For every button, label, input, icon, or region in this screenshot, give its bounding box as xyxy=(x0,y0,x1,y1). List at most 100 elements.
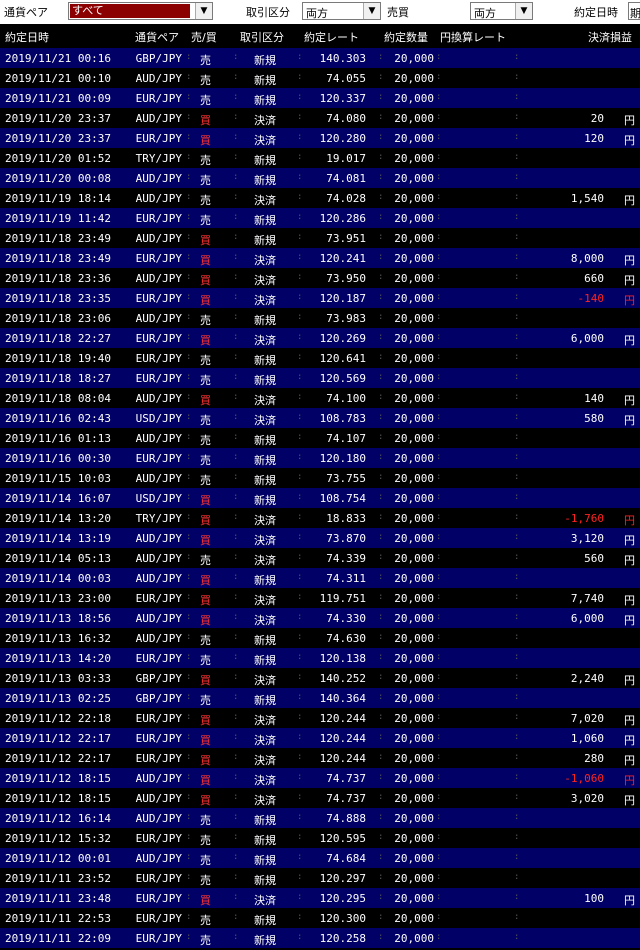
table-row[interactable]: 2019/11/14 05:13 AUD/JPY: 売: 決済:74.339:20,0… xyxy=(0,548,640,568)
cell-type: 新規 xyxy=(254,314,276,327)
col-type[interactable]: 取引区分 xyxy=(240,29,284,45)
column-divider: : xyxy=(233,712,239,722)
date-filter-label: 約定日時 xyxy=(574,6,618,19)
cell-type: 新規 xyxy=(254,654,276,667)
cell-type: 決済 xyxy=(254,554,276,567)
cell-qty: 20,000 xyxy=(394,332,434,345)
column-divider: : xyxy=(233,112,239,122)
cell-type: 新規 xyxy=(254,474,276,487)
column-divider: : xyxy=(233,912,239,922)
col-pnl[interactable]: 決済損益 xyxy=(588,29,632,45)
col-qty[interactable]: 約定数量 xyxy=(384,29,428,45)
table-row[interactable]: 2019/11/13 03:33 GBP/JPY: 買: 決済:140.252:20,… xyxy=(0,668,640,688)
table-row[interactable]: 2019/11/18 23:49 EUR/JPY: 買: 決済:120.241:20,… xyxy=(0,248,640,268)
table-row[interactable]: 2019/11/14 13:20 TRY/JPY: 買: 決済:18.833:20,0… xyxy=(0,508,640,528)
table-row[interactable]: 2019/11/20 00:08 AUD/JPY: 売: 新規:74.081:20,0… xyxy=(0,168,640,188)
cell-datetime: 2019/11/12 18:15 xyxy=(5,792,111,805)
table-row[interactable]: 2019/11/18 19:40 EUR/JPY: 売: 新規:120.641:20,… xyxy=(0,348,640,368)
column-divider: : xyxy=(233,292,239,302)
column-divider: : xyxy=(514,112,520,122)
table-row[interactable]: 2019/11/12 16:14 AUD/JPY: 売: 新規:74.888:20,0… xyxy=(0,808,640,828)
side-filter-select[interactable]: 両方 ▼ xyxy=(470,2,533,20)
table-row[interactable]: 2019/11/20 23:37 AUD/JPY: 買: 決済:74.080:20,0… xyxy=(0,108,640,128)
cell-type: 新規 xyxy=(254,174,276,187)
column-divider: : xyxy=(233,252,239,262)
table-row[interactable]: 2019/11/18 08:04 AUD/JPY: 買: 決済:74.100:20,0… xyxy=(0,388,640,408)
table-row[interactable]: 2019/11/14 16:07 USD/JPY: 買: 新規:108.754:20,… xyxy=(0,488,640,508)
column-divider: : xyxy=(233,332,239,342)
column-divider: : xyxy=(186,772,192,782)
table-row[interactable]: 2019/11/18 18:27 EUR/JPY: 売: 新規:120.569:20,… xyxy=(0,368,640,388)
column-divider: : xyxy=(514,92,520,102)
table-row[interactable]: 2019/11/13 23:00 EUR/JPY: 買: 決済:119.751:20,… xyxy=(0,588,640,608)
col-pair[interactable]: 通貨ペア xyxy=(135,29,179,45)
table-row[interactable]: 2019/11/12 18:15 AUD/JPY: 買: 決済:74.737:20,0… xyxy=(0,768,640,788)
column-divider: : xyxy=(233,772,239,782)
date-filter-select[interactable]: 期 xyxy=(628,2,640,20)
cell-pair: EUR/JPY xyxy=(135,732,182,745)
table-row[interactable]: 2019/11/18 23:49 AUD/JPY: 買: 新規:73.951:20,0… xyxy=(0,228,640,248)
column-divider: : xyxy=(514,52,520,62)
table-row[interactable]: 2019/11/12 22:17 EUR/JPY: 買: 決済:120.244:20,… xyxy=(0,748,640,768)
cell-type: 新規 xyxy=(254,94,276,107)
table-row[interactable]: 2019/11/21 00:10 AUD/JPY: 売: 新規:74.055:20,0… xyxy=(0,68,640,88)
column-divider: : xyxy=(186,852,192,862)
table-row[interactable]: 2019/11/11 23:52 EUR/JPY: 売: 新規:120.297:20,… xyxy=(0,868,640,888)
table-row[interactable]: 2019/11/11 22:53 EUR/JPY: 売: 新規:120.300:20,… xyxy=(0,908,640,928)
col-yen-rate[interactable]: 円換算レート xyxy=(440,29,506,45)
table-row[interactable]: 2019/11/12 22:17 EUR/JPY: 買: 決済:120.244:20,… xyxy=(0,728,640,748)
column-divider: : xyxy=(436,412,442,422)
table-row[interactable]: 2019/11/21 00:16 GBP/JPY: 売: 新規:140.303:20,… xyxy=(0,48,640,68)
table-row[interactable]: 2019/11/13 16:32 AUD/JPY: 売: 新規:74.630:20,0… xyxy=(0,628,640,648)
column-divider: : xyxy=(186,792,192,802)
table-row[interactable]: 2019/11/12 18:15 AUD/JPY: 買: 決済:74.737:20,0… xyxy=(0,788,640,808)
table-row[interactable]: 2019/11/19 11:42 EUR/JPY: 売: 新規:120.286:20,… xyxy=(0,208,640,228)
table-row[interactable]: 2019/11/12 15:32 EUR/JPY: 売: 新規:120.595:20,… xyxy=(0,828,640,848)
cell-yen-unit: 円 xyxy=(624,894,635,907)
table-row[interactable]: 2019/11/12 22:18 EUR/JPY: 買: 決済:120.244:20,… xyxy=(0,708,640,728)
col-rate[interactable]: 約定レート xyxy=(304,29,359,45)
table-row[interactable]: 2019/11/20 01:52 TRY/JPY: 売: 新規:19.017:20,0… xyxy=(0,148,640,168)
table-row[interactable]: 2019/11/12 00:01 AUD/JPY: 売: 新規:74.684:20,0… xyxy=(0,848,640,868)
cell-rate: 73.951 xyxy=(326,232,366,245)
table-row[interactable]: 2019/11/20 23:37 EUR/JPY: 買: 決済:120.280:20,… xyxy=(0,128,640,148)
column-divider: : xyxy=(233,432,239,442)
cell-rate: 73.983 xyxy=(326,312,366,325)
table-row[interactable]: 2019/11/18 23:35 EUR/JPY: 買: 決済:120.187:20,… xyxy=(0,288,640,308)
table-row[interactable]: 2019/11/19 18:14 AUD/JPY: 売: 決済:74.028:20,0… xyxy=(0,188,640,208)
table-row[interactable]: 2019/11/16 00:30 EUR/JPY: 売: 新規:120.180:20,… xyxy=(0,448,640,468)
cell-pnl: 140 xyxy=(584,392,604,405)
table-row[interactable]: 2019/11/11 22:09 EUR/JPY: 売: 新規:120.258:20,… xyxy=(0,928,640,948)
cell-rate: 108.783 xyxy=(319,412,366,425)
cell-side: 買 xyxy=(200,594,211,607)
table-row[interactable]: 2019/11/16 01:13 AUD/JPY: 売: 新規:74.107:20,0… xyxy=(0,428,640,448)
cell-side: 売 xyxy=(200,194,211,207)
cell-type: 新規 xyxy=(254,354,276,367)
col-datetime[interactable]: 約定日時 xyxy=(5,29,49,45)
table-row[interactable]: 2019/11/21 00:09 EUR/JPY: 売: 新規:120.337:20,… xyxy=(0,88,640,108)
pair-filter-select[interactable]: すべて ▼ xyxy=(68,2,213,20)
table-row[interactable]: 2019/11/18 23:06 AUD/JPY: 売: 新規:73.983:20,0… xyxy=(0,308,640,328)
column-divider: : xyxy=(233,372,239,382)
cell-yen-unit: 円 xyxy=(624,774,635,787)
table-row[interactable]: 2019/11/13 14:20 EUR/JPY: 売: 新規:120.138:20,… xyxy=(0,648,640,668)
table-row[interactable]: 2019/11/11 23:48 EUR/JPY: 買: 決済:120.295:20,… xyxy=(0,888,640,908)
filter-bar: 通貨ペア すべて ▼ 取引区分 両方 ▼ 売買 両方 ▼ 約定日時 期 xyxy=(0,0,640,24)
cell-datetime: 2019/11/14 00:03 xyxy=(5,572,111,585)
table-row[interactable]: 2019/11/14 00:03 AUD/JPY: 買: 新規:74.311:20,0… xyxy=(0,568,640,588)
cell-pair: EUR/JPY xyxy=(135,892,182,905)
cell-yen-unit: 円 xyxy=(624,734,635,747)
cell-pair: EUR/JPY xyxy=(135,132,182,145)
table-row[interactable]: 2019/11/14 13:19 AUD/JPY: 買: 決済:73.870:20,0… xyxy=(0,528,640,548)
table-row[interactable]: 2019/11/18 23:36 AUD/JPY: 買: 決済:73.950:20,0… xyxy=(0,268,640,288)
table-row[interactable]: 2019/11/13 18:56 AUD/JPY: 買: 決済:74.330:20,0… xyxy=(0,608,640,628)
type-filter-select[interactable]: 両方 ▼ xyxy=(302,2,381,20)
table-row[interactable]: 2019/11/16 02:43 USD/JPY: 売: 決済:108.783:20,… xyxy=(0,408,640,428)
table-row[interactable]: 2019/11/13 02:25 GBP/JPY: 売: 新規:140.364:20,… xyxy=(0,688,640,708)
cell-pair: AUD/JPY xyxy=(135,772,182,785)
table-row[interactable]: 2019/11/18 22:27 EUR/JPY: 買: 決済:120.269:20,… xyxy=(0,328,640,348)
table-row[interactable]: 2019/11/15 10:03 AUD/JPY: 売: 新規:73.755:20,0… xyxy=(0,468,640,488)
cell-rate: 120.241 xyxy=(319,252,366,265)
column-divider: : xyxy=(186,672,192,682)
col-side[interactable]: 売/買 xyxy=(191,29,217,45)
